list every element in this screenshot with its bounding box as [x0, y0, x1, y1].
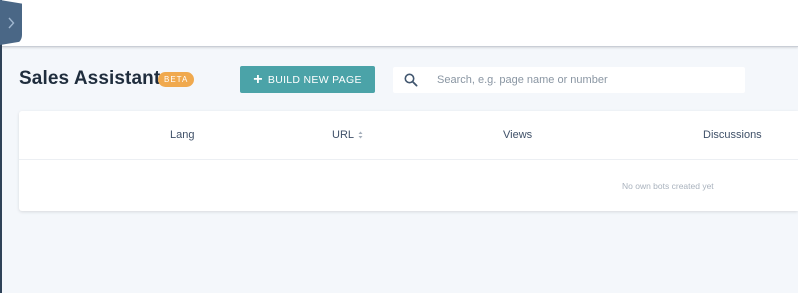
pages-table: Lang URL Views Discussions No own bots c…: [19, 111, 798, 211]
build-button-label: BUILD NEW PAGE: [267, 73, 362, 86]
search-icon: [404, 73, 418, 87]
search-input[interactable]: [437, 70, 737, 90]
top-bar: [0, 0, 798, 47]
chevron-right-icon: [8, 17, 15, 28]
column-header-url[interactable]: URL: [332, 129, 363, 141]
beta-badge: BETA: [158, 72, 195, 87]
search-box: [393, 67, 745, 93]
page: Sales Assistant BETA + BUILD NEW PAGE La…: [0, 0, 798, 293]
sidebar-toggle-button[interactable]: [0, 0, 22, 45]
build-new-page-button[interactable]: + BUILD NEW PAGE: [240, 66, 375, 93]
column-header-url-label: URL: [332, 129, 355, 141]
column-header-views: Views: [503, 129, 533, 141]
sort-icon: [358, 131, 363, 139]
table-header: Lang URL Views Discussions: [19, 111, 798, 160]
column-header-discussions: Discussions: [703, 129, 762, 141]
empty-state-message: No own bots created yet: [622, 181, 714, 191]
page-title: Sales Assistant: [19, 68, 161, 89]
plus-icon: +: [253, 70, 263, 88]
column-header-lang: Lang: [170, 129, 195, 141]
